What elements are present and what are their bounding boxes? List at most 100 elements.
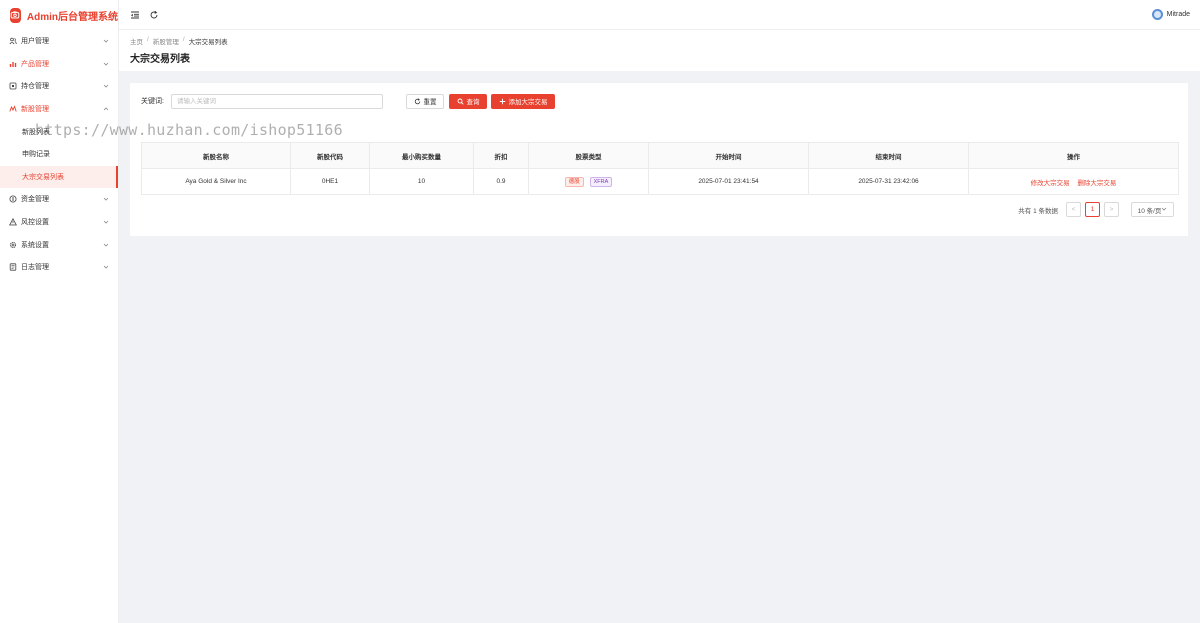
- plus-icon: [499, 98, 506, 105]
- column-header: 股票类型: [528, 142, 649, 169]
- column-header: 新股代码: [290, 142, 370, 169]
- total-count: 共有 1 条数据: [1018, 207, 1058, 215]
- breadcrumb-separator: /: [182, 36, 185, 43]
- avatar: [1151, 9, 1163, 20]
- column-header: 开始时间: [648, 142, 809, 169]
- chevron-down-icon: [103, 242, 109, 248]
- sidebar-item-label: 产品管理: [21, 60, 49, 68]
- query-label: 查询: [466, 99, 480, 106]
- cell-end-time: 2025-07-31 23:42:06: [808, 168, 969, 195]
- cell-actions: 修改大宗交易 删除大宗交易: [968, 168, 1179, 195]
- chevron-down-icon: [103, 196, 109, 202]
- add-block-trade-button[interactable]: 添加大宗交易: [491, 93, 555, 109]
- breadcrumb-current: 大宗交易列表: [188, 39, 228, 46]
- sidebar-item-ipo[interactable]: 新股管理: [0, 98, 118, 121]
- page-header: 主页 / 新股管理 / 大宗交易列表 大宗交易列表: [119, 30, 1200, 71]
- sidebar: Admin后台管理系统 用户管理 产品管理 持仓管理 新股管理 新股列表 申购记…: [0, 0, 119, 623]
- reset-icon: [414, 97, 421, 105]
- table-header-row: 新股名称 新股代码 最小购买数量 折扣 股票类型 开始时间 结束时间 操作: [141, 142, 1179, 169]
- column-header: 新股名称: [141, 142, 291, 169]
- sidebar-menu: 用户管理 产品管理 持仓管理 新股管理 新股列表 申购记录 大宗交易列表 资金管…: [0, 30, 118, 279]
- column-header: 折扣: [473, 142, 529, 169]
- refresh-icon[interactable]: [149, 10, 159, 20]
- sidebar-item-products[interactable]: 产品管理: [0, 53, 118, 76]
- sidebar-item-label: 新股列表: [22, 128, 50, 136]
- table-row: Aya Gold & Silver Inc 0HE1 10 0.9 德股 XFR…: [141, 168, 1179, 195]
- topbar: Mitrade: [119, 0, 1200, 30]
- cell-min-qty: 10: [369, 168, 474, 195]
- page-size-value: 10 条/页: [1137, 207, 1162, 215]
- keyword-label: 关键词:: [141, 98, 164, 105]
- edit-block-trade-link[interactable]: 修改大宗交易: [1031, 180, 1070, 187]
- sidebar-item-funds[interactable]: 资金管理: [0, 188, 118, 211]
- pagination: 共有 1 条数据 < 1 > 10 条/页: [1018, 202, 1174, 217]
- ipo-icon: [9, 105, 17, 113]
- sidebar-item-subscription-records[interactable]: 申购记录: [0, 143, 118, 166]
- sidebar-item-label: 日志管理: [21, 264, 49, 272]
- sidebar-item-logs[interactable]: 日志管理: [0, 256, 118, 279]
- sidebar-item-label: 风控设置: [21, 219, 49, 227]
- sidebar-item-system[interactable]: 系统设置: [0, 233, 118, 256]
- chevron-down-icon: [103, 264, 109, 270]
- app-logo-icon: [10, 7, 21, 23]
- query-button[interactable]: 查询: [449, 93, 487, 109]
- menu-fold-icon[interactable]: [130, 10, 140, 20]
- sidebar-item-positions[interactable]: 持仓管理: [0, 75, 118, 98]
- chevron-up-icon: [103, 106, 109, 112]
- sidebar-item-label: 用户管理: [21, 38, 49, 46]
- sidebar-item-users[interactable]: 用户管理: [0, 30, 118, 53]
- wallet-icon: [9, 82, 17, 90]
- gear-icon: [9, 241, 17, 249]
- users-icon: [9, 37, 17, 45]
- add-label: 添加大宗交易: [508, 99, 548, 106]
- app-title: Admin后台管理系统: [26, 11, 118, 23]
- search-icon: [457, 98, 464, 105]
- breadcrumb-parent[interactable]: 新股管理: [153, 36, 179, 46]
- content-card: 关键词: 重置 查询 添加大宗交易 新股名称 新股代码 最小购买数量 折扣 股票…: [130, 83, 1188, 236]
- sidebar-item-label: 资金管理: [21, 196, 49, 204]
- sidebar-item-label: 大宗交易列表: [22, 173, 64, 181]
- breadcrumb-home[interactable]: 主页: [130, 36, 143, 46]
- sidebar-item-risk[interactable]: 风控设置: [0, 211, 118, 234]
- sidebar-item-block-trade-list[interactable]: 大宗交易列表: [0, 165, 118, 189]
- block-trade-table: 新股名称 新股代码 最小购买数量 折扣 股票类型 开始时间 结束时间 操作 Ay…: [141, 142, 1179, 195]
- prev-page-button[interactable]: <: [1066, 202, 1081, 217]
- sidebar-item-label: 新股管理: [21, 106, 49, 114]
- search-bar: 关键词: 重置 查询 添加大宗交易: [141, 93, 555, 109]
- coin-icon: [9, 195, 17, 203]
- next-page-button[interactable]: >: [1104, 202, 1119, 217]
- sidebar-item-label: 申购记录: [22, 151, 50, 159]
- user-menu[interactable]: Mitrade: [1151, 9, 1190, 20]
- logo[interactable]: Admin后台管理系统: [0, 0, 118, 30]
- cell-discount: 0.9: [473, 168, 529, 195]
- sidebar-submenu-ipo: 新股列表 申购记录 大宗交易列表: [0, 120, 118, 189]
- sidebar-item-label: 持仓管理: [21, 83, 49, 91]
- user-name: Mitrade: [1166, 11, 1190, 18]
- exchange-tag: XFRA: [589, 176, 613, 187]
- chevron-down-icon: [103, 61, 109, 67]
- stock-type-tag: 德股: [564, 176, 584, 187]
- cell-start-time: 2025-07-01 23:41:54: [648, 168, 809, 195]
- log-icon: [9, 263, 17, 271]
- chart-icon: [9, 60, 17, 68]
- delete-block-trade-link[interactable]: 删除大宗交易: [1077, 180, 1116, 187]
- keyword-input[interactable]: [171, 93, 383, 109]
- page-number-button[interactable]: 1: [1085, 202, 1100, 217]
- page-title: 大宗交易列表: [130, 54, 190, 65]
- column-header: 最小购买数量: [369, 142, 474, 169]
- warning-icon: [9, 218, 17, 226]
- sidebar-item-ipo-list[interactable]: 新股列表: [0, 120, 118, 143]
- breadcrumb: 主页 / 新股管理 / 大宗交易列表: [130, 36, 228, 46]
- reset-button[interactable]: 重置: [406, 93, 444, 109]
- cell-stock-type: 德股 XFRA: [528, 168, 649, 195]
- chevron-down-icon: [103, 219, 109, 225]
- sidebar-item-label: 系统设置: [21, 241, 49, 249]
- cell-code: 0HE1: [290, 168, 370, 195]
- chevron-down-icon: [103, 38, 109, 44]
- chevron-down-icon: [1161, 206, 1167, 214]
- breadcrumb-separator: /: [147, 36, 149, 43]
- column-header: 操作: [968, 142, 1179, 169]
- reset-label: 重置: [423, 99, 437, 106]
- chevron-down-icon: [103, 83, 109, 89]
- page-size-select[interactable]: 10 条/页: [1131, 202, 1174, 217]
